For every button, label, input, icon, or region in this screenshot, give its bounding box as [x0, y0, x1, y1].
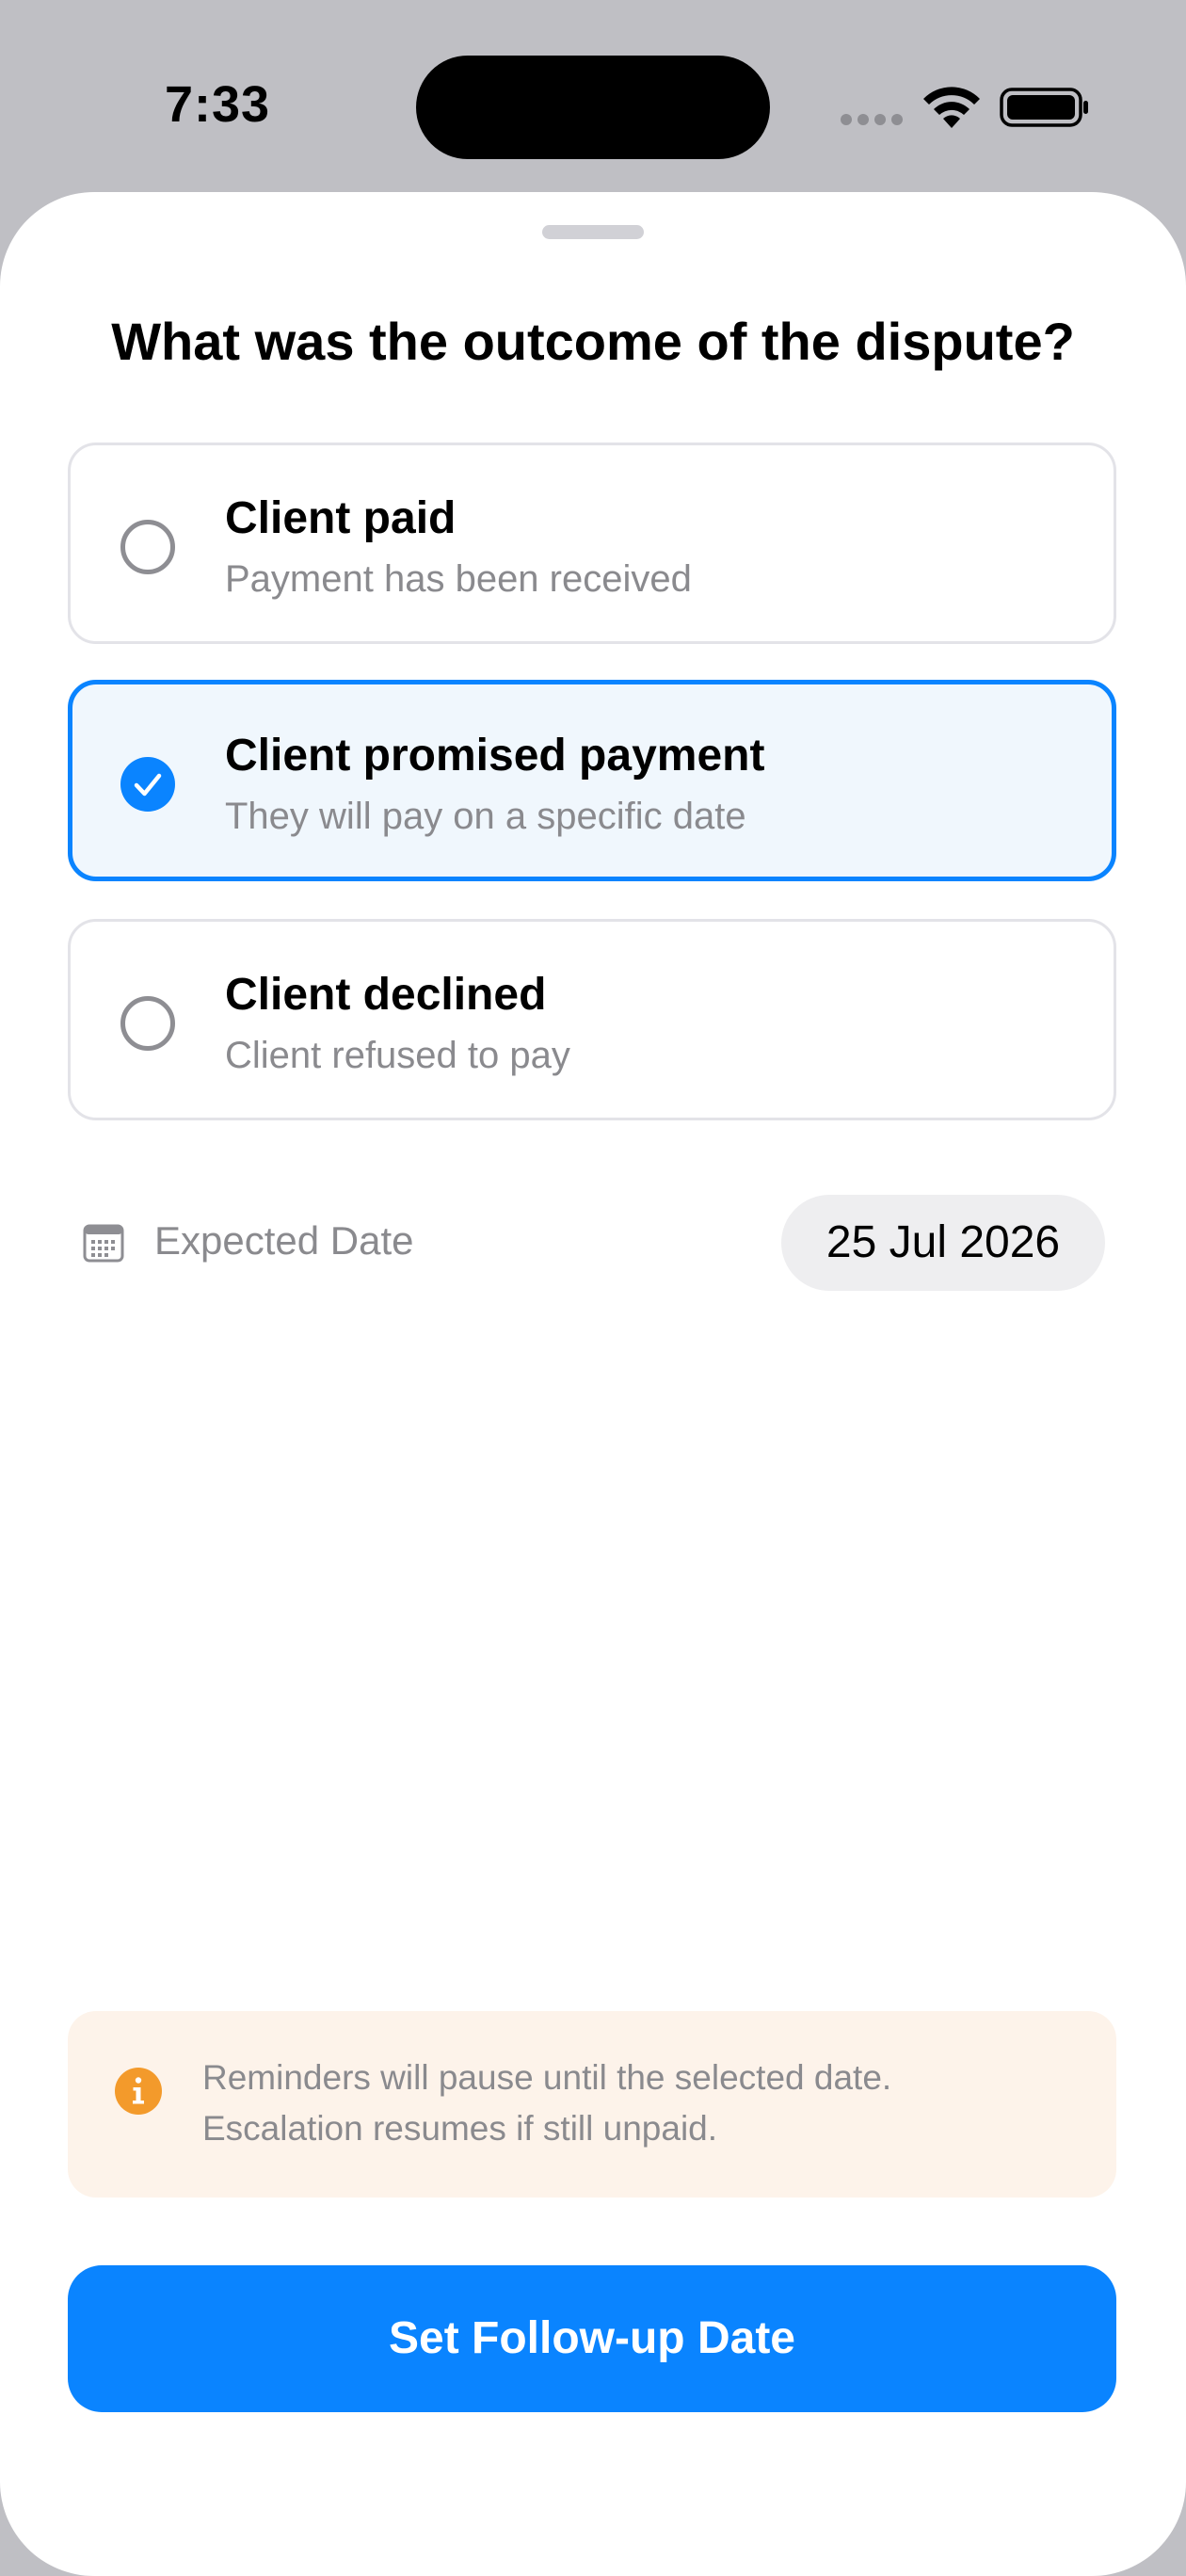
- option-subtitle: Client refused to pay: [225, 1035, 570, 1076]
- expected-date-label: Expected Date: [154, 1218, 414, 1263]
- status-time: 7:33: [165, 76, 271, 133]
- option-subtitle: They will pay on a specific date: [225, 796, 746, 837]
- option-title: Client paid: [225, 493, 457, 543]
- cellular-signal-icon: [841, 114, 903, 125]
- option-subtitle: Payment has been received: [225, 558, 692, 600]
- set-follow-up-date-button[interactable]: Set Follow-up Date: [68, 2265, 1116, 2412]
- info-text-line: Escalation resumes if still unpaid.: [202, 2109, 718, 2148]
- option-title: Client promised payment: [225, 731, 765, 781]
- checkmark-icon: [134, 773, 162, 797]
- info-text-line: Reminders will pause until the selected …: [202, 2058, 892, 2097]
- status-bar: 7:33: [0, 0, 1186, 188]
- bottom-sheet: What was the outcome of the dispute? Cli…: [0, 192, 1186, 2576]
- sheet-grabber[interactable]: [542, 225, 644, 239]
- option-title: Client declined: [225, 970, 547, 1020]
- question-title: What was the outcome of the dispute?: [111, 312, 1075, 371]
- dynamic-island: [416, 56, 770, 159]
- expected-date-row: Expected Date 25 Jul 2026: [68, 1190, 1116, 1294]
- info-icon: [115, 2068, 162, 2115]
- battery-icon: [1000, 88, 1088, 127]
- info-banner: Reminders will pause until the selected …: [68, 2011, 1116, 2198]
- option-client-paid[interactable]: Client paid Payment has been received: [68, 443, 1116, 644]
- option-client-promised-payment[interactable]: Client promised payment They will pay on…: [68, 680, 1116, 881]
- radio-unchecked-icon[interactable]: [120, 520, 175, 574]
- option-client-declined[interactable]: Client declined Client refused to pay: [68, 919, 1116, 1120]
- date-picker-button[interactable]: 25 Jul 2026: [781, 1195, 1105, 1291]
- radio-unchecked-icon[interactable]: [120, 996, 175, 1051]
- wifi-icon: [923, 87, 980, 128]
- calendar-icon: [83, 1224, 124, 1263]
- radio-checked-icon[interactable]: [120, 757, 175, 812]
